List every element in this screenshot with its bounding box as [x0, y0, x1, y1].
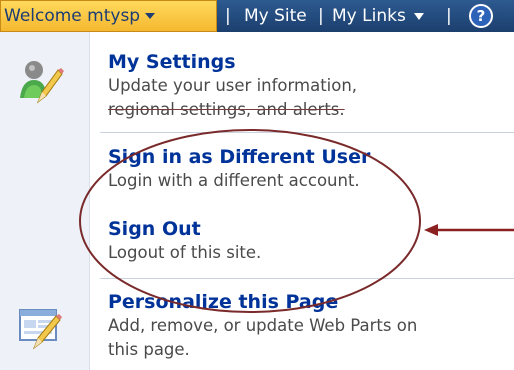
annotation-overlay: [79, 129, 514, 313]
highlight-ellipse: [79, 129, 421, 313]
screenshot: Welcome mtysp | My Site | My Links | ? M…: [0, 0, 514, 370]
pointer-arrow-head: [424, 224, 438, 236]
